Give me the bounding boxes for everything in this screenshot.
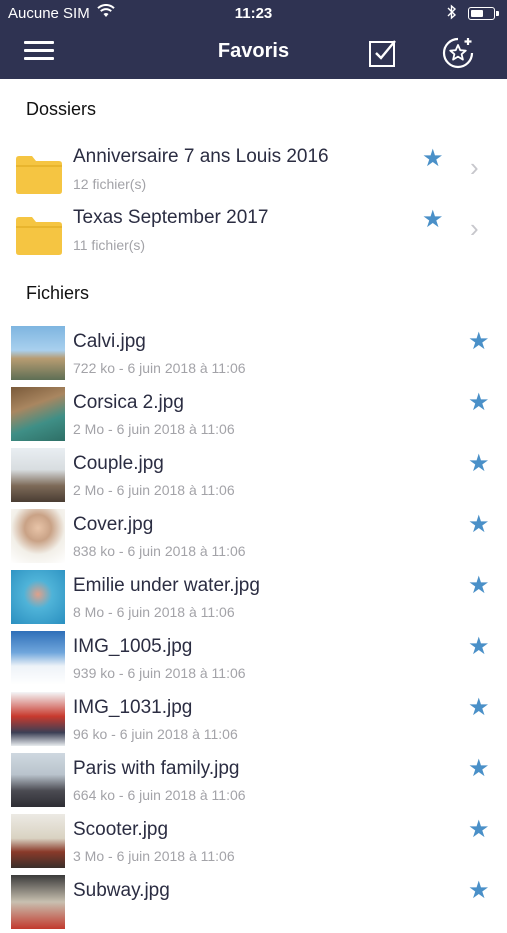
file-meta: 838 ko - 6 juin 2018 à 11:06: [73, 543, 246, 559]
file-meta: 664 ko - 6 juin 2018 à 11:06: [73, 787, 246, 803]
status-time: 11:23: [234, 5, 273, 22]
photo-thumbnail: [11, 875, 65, 929]
star-badge-icon[interactable]: [441, 36, 475, 75]
favorite-star-icon[interactable]: ★: [468, 876, 490, 905]
file-name: IMG_1031.jpg: [73, 697, 193, 718]
file-row[interactable]: Emilie under water.jpg 8 Mo - 6 juin 201…: [0, 567, 507, 628]
status-bar: Aucune SIM 11:23: [0, 0, 507, 28]
file-name: Paris with family.jpg: [73, 758, 240, 779]
favorite-star-icon[interactable]: ★: [468, 815, 490, 844]
chevron-right-icon: ›: [470, 213, 479, 243]
file-row[interactable]: Scooter.jpg 3 Mo - 6 juin 2018 à 11:06 ★: [0, 811, 507, 872]
file-meta: 939 ko - 6 juin 2018 à 11:06: [73, 665, 246, 681]
folder-count: 12 fichier(s): [73, 176, 147, 192]
photo-thumbnail: [11, 387, 65, 441]
photo-thumbnail: [11, 509, 65, 563]
favorite-star-icon[interactable]: ★: [468, 632, 490, 661]
page-title: Favoris: [217, 40, 290, 62]
file-name: Couple.jpg: [73, 453, 164, 474]
favorite-star-icon[interactable]: ★: [468, 571, 490, 600]
file-row[interactable]: Couple.jpg 2 Mo - 6 juin 2018 à 11:06 ★: [0, 445, 507, 506]
file-name: IMG_1005.jpg: [73, 636, 193, 657]
file-name: Subway.jpg: [73, 880, 170, 901]
folder-row[interactable]: Texas September 2017 11 fichier(s) ★ ›: [0, 201, 507, 259]
file-meta: 2 Mo - 6 juin 2018 à 11:06: [73, 482, 235, 498]
folder-count: 11 fichier(s): [73, 237, 146, 253]
checkbox-icon[interactable]: [368, 38, 398, 73]
file-name: Cover.jpg: [73, 514, 154, 535]
photo-thumbnail: [11, 570, 65, 624]
folder-name: Texas September 2017: [73, 207, 269, 228]
folder-icon: [16, 156, 62, 194]
file-row[interactable]: Paris with family.jpg 664 ko - 6 juin 20…: [0, 750, 507, 811]
favorite-star-icon[interactable]: ★: [468, 693, 490, 722]
photo-thumbnail: [11, 814, 65, 868]
file-row[interactable]: Cover.jpg 838 ko - 6 juin 2018 à 11:06 ★: [0, 506, 507, 567]
favorite-star-icon[interactable]: ★: [468, 327, 490, 356]
battery-icon: [468, 7, 499, 20]
favorite-star-icon[interactable]: ★: [468, 388, 490, 417]
nav-bar: Favoris: [0, 28, 507, 79]
file-meta: 722 ko - 6 juin 2018 à 11:06: [73, 360, 246, 376]
favorite-star-icon[interactable]: ★: [468, 449, 490, 478]
file-name: Emilie under water.jpg: [73, 575, 260, 596]
file-meta: 8 Mo - 6 juin 2018 à 11:06: [73, 604, 235, 620]
file-row[interactable]: Corsica 2.jpg 2 Mo - 6 juin 2018 à 11:06…: [0, 384, 507, 445]
chevron-right-icon: ›: [470, 152, 479, 182]
photo-thumbnail: [11, 692, 65, 746]
files-section-title: Fichiers: [26, 283, 90, 303]
file-row[interactable]: Calvi.jpg 722 ko - 6 juin 2018 à 11:06 ★: [0, 323, 507, 384]
bluetooth-icon: [447, 4, 457, 24]
photo-thumbnail: [11, 753, 65, 807]
favorite-star-icon[interactable]: ★: [468, 754, 490, 783]
folder-name: Anniversaire 7 ans Louis 2016: [73, 146, 329, 167]
favorite-star-icon[interactable]: ★: [468, 510, 490, 539]
file-name: Corsica 2.jpg: [73, 392, 184, 413]
folders-section-title: Dossiers: [26, 99, 97, 119]
file-name: Scooter.jpg: [73, 819, 169, 840]
file-row[interactable]: IMG_1005.jpg 939 ko - 6 juin 2018 à 11:0…: [0, 628, 507, 689]
favorite-star-icon[interactable]: ★: [422, 205, 444, 234]
file-meta: 96 ko - 6 juin 2018 à 11:06: [73, 726, 238, 742]
photo-thumbnail: [11, 631, 65, 685]
file-name: Calvi.jpg: [73, 331, 146, 352]
favorite-star-icon[interactable]: ★: [422, 144, 444, 173]
folder-icon: [16, 217, 62, 255]
app-header: Aucune SIM 11:23 Favoris: [0, 0, 507, 79]
file-row[interactable]: Subway.jpg ★: [0, 872, 507, 933]
photo-thumbnail: [11, 448, 65, 502]
photo-thumbnail: [11, 326, 65, 380]
file-meta: 3 Mo - 6 juin 2018 à 11:06: [73, 848, 235, 864]
file-row[interactable]: IMG_1031.jpg 96 ko - 6 juin 2018 à 11:06…: [0, 689, 507, 750]
file-meta: 2 Mo - 6 juin 2018 à 11:06: [73, 421, 235, 437]
folder-row[interactable]: Anniversaire 7 ans Louis 2016 12 fichier…: [0, 140, 507, 198]
